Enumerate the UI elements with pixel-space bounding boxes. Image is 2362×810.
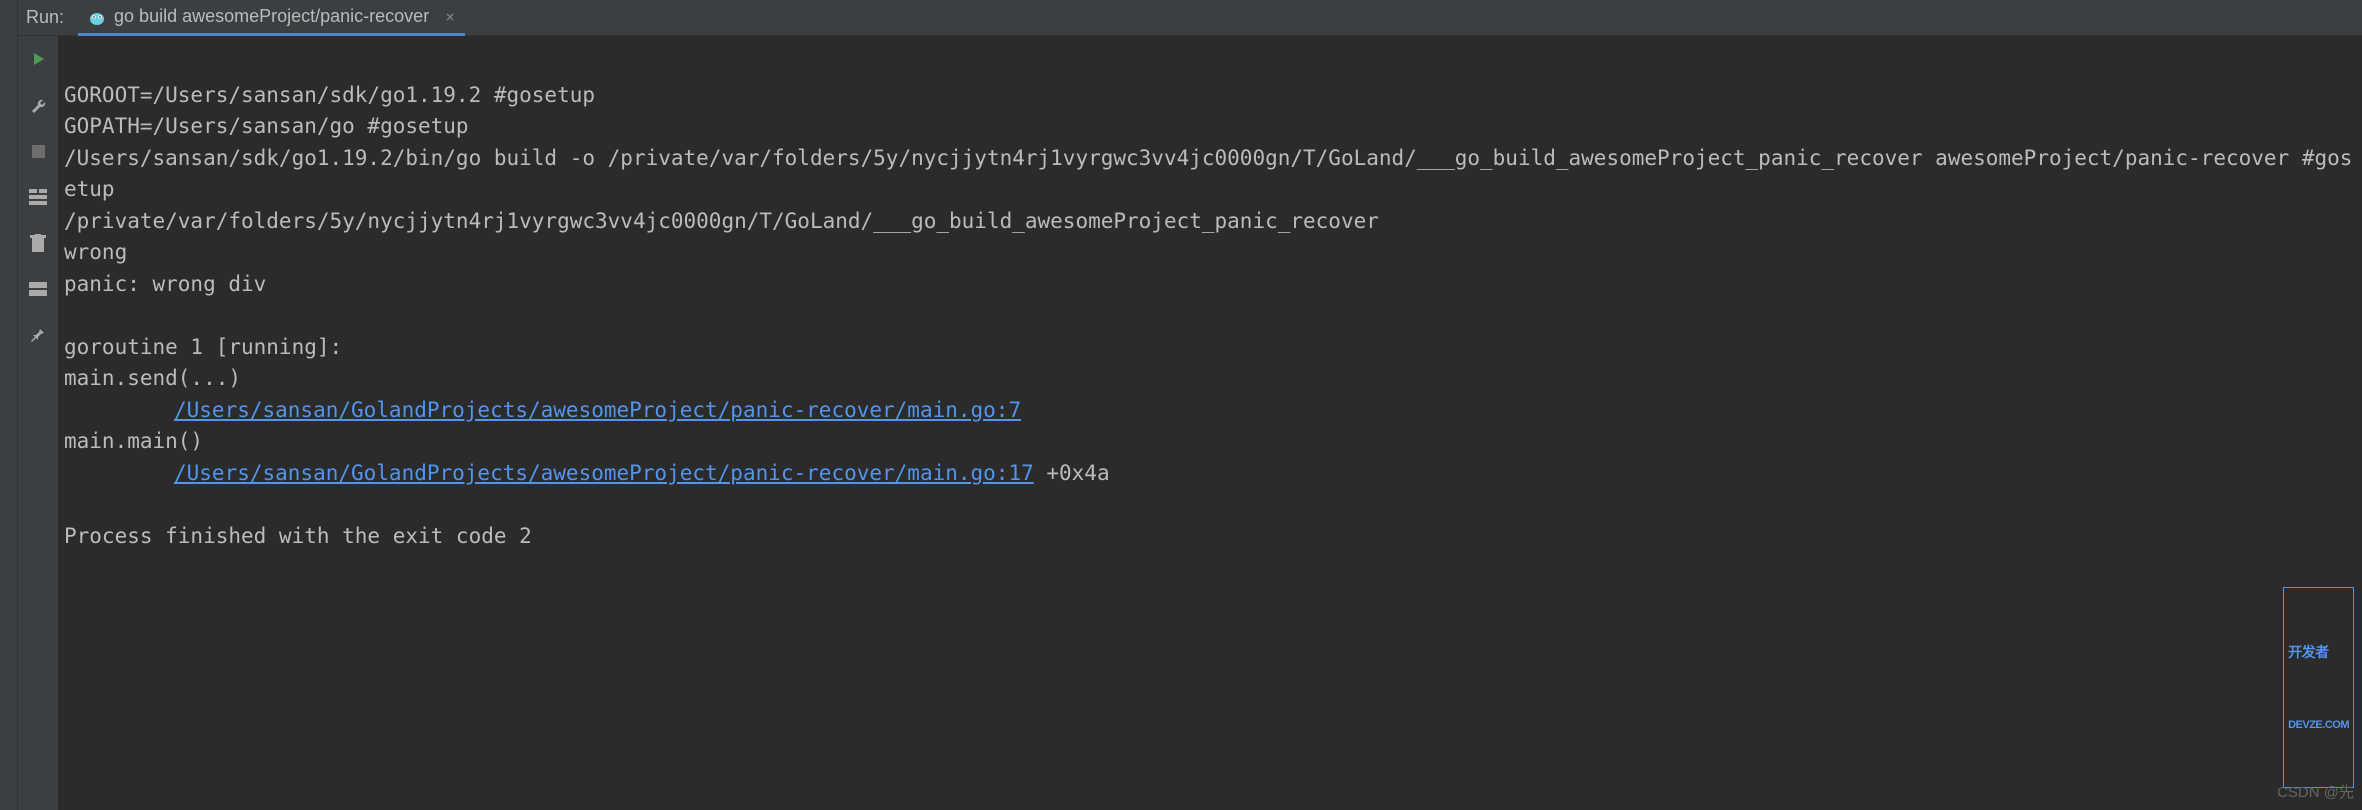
run-header: Run: go build awesomeProject/panic-recov… (18, 0, 2362, 36)
output-line: +0x4a (1034, 461, 1110, 485)
source-link[interactable]: /Users/sansan/GolandProjects/awesomeProj… (174, 398, 1021, 422)
output-line: panic: wrong div (64, 272, 266, 296)
output-line: goroutine 1 [running]: (64, 335, 342, 359)
watermark-text: CSDN @先 (2277, 782, 2354, 805)
output-line: GOROOT=/Users/sansan/sdk/go1.19.2 #goset… (64, 83, 595, 107)
output-line: main.send(...) (64, 366, 241, 390)
watermark-logo: 开发者 DEVZE.COM (2283, 587, 2354, 789)
close-icon[interactable]: × (445, 7, 455, 26)
tab-label: go build awesomeProject/panic-recover (114, 6, 429, 27)
split-icon[interactable] (27, 278, 49, 300)
output-line: /private/var/folders/5y/nycjjytn4rj1vyrg… (64, 209, 1379, 233)
stop-icon[interactable] (27, 140, 49, 162)
console-output[interactable]: GOROOT=/Users/sansan/sdk/go1.19.2 #goset… (58, 36, 2362, 810)
source-link[interactable]: /Users/sansan/GolandProjects/awesomeProj… (174, 461, 1034, 485)
rerun-icon[interactable] (27, 48, 49, 70)
output-line: Process finished with the exit code 2 (64, 524, 532, 548)
run-label: Run: (26, 7, 64, 28)
run-tab[interactable]: go build awesomeProject/panic-recover × (78, 0, 465, 36)
bookmarks-sidebar[interactable] (0, 0, 18, 810)
output-line: main.main() (64, 429, 203, 453)
layout-icon[interactable] (27, 186, 49, 208)
trash-icon[interactable] (27, 232, 49, 254)
run-toolbar (18, 36, 58, 810)
go-gopher-icon (88, 8, 106, 24)
pin-icon[interactable] (27, 324, 49, 346)
output-line: GOPATH=/Users/sansan/go #gosetup (64, 114, 469, 138)
output-line: wrong (64, 240, 127, 264)
wrench-icon[interactable] (27, 94, 49, 116)
output-line: /Users/sansan/sdk/go1.19.2/bin/go build … (64, 146, 2352, 202)
